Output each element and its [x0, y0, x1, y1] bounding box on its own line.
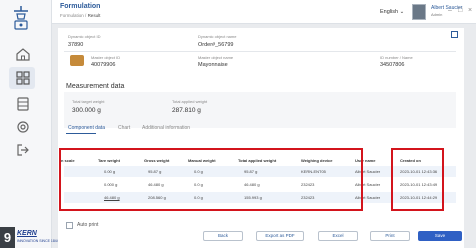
settings-icon[interactable]	[15, 119, 31, 135]
language-label: English	[380, 9, 399, 15]
maximize-button[interactable]: □	[458, 7, 462, 14]
measurement-section-title: Measurement data	[66, 83, 125, 90]
target-weight-label: Total target weight	[72, 99, 105, 104]
barcode-label: ID number / Name	[380, 55, 413, 60]
result-panel: Dynamic object ID 37890 Dynamic object n…	[58, 28, 464, 248]
master-object-name-label: Master object name	[198, 55, 234, 60]
print-button[interactable]: Print	[370, 231, 410, 241]
highlight-weights-box	[59, 148, 363, 211]
highlight-created-box	[391, 148, 444, 211]
back-button[interactable]: Back	[203, 231, 243, 241]
dynamic-object-id-label: Dynamic object ID	[68, 34, 101, 39]
home-icon[interactable]	[15, 46, 31, 62]
measurement-box	[64, 92, 456, 128]
step-number-badge: 9	[0, 227, 15, 248]
divider	[64, 51, 456, 52]
save-button[interactable]: Save	[418, 231, 462, 241]
applied-weight-label: Total applied weight	[172, 99, 208, 104]
dynamic-object-name-value: Order#_56799	[198, 42, 234, 48]
product-image	[70, 55, 84, 66]
tab-component-data[interactable]: Component data	[68, 125, 105, 131]
active-tab-indicator	[66, 133, 96, 134]
export-pdf-button[interactable]: Export as PDF	[256, 231, 304, 241]
applied-weight-value: 287.810 g	[172, 107, 201, 114]
master-object-id-value: 40079906	[91, 62, 116, 68]
close-button[interactable]: ×	[468, 7, 472, 14]
chevron-down-icon: ⌄	[399, 9, 405, 15]
grid-icon[interactable]	[15, 70, 31, 86]
master-object-id-label: Master object ID	[91, 55, 121, 60]
excel-button[interactable]: Excel	[318, 231, 358, 241]
breadcrumb-separator: /	[85, 13, 87, 18]
tab-additional-information[interactable]: Additional information	[142, 125, 190, 131]
auto-print-label: Auto print	[77, 222, 99, 228]
minimize-button[interactable]: –	[448, 7, 452, 14]
page-title: Formulation	[60, 3, 101, 10]
dynamic-object-name-label: Dynamic object name	[198, 34, 237, 39]
user-role: Admin	[431, 12, 443, 17]
kern-tagline: INNOVATION SINCE 1844	[17, 239, 59, 243]
barcode-value: 34507806	[380, 62, 405, 68]
breadcrumb-current: Result	[87, 13, 101, 18]
tab-chart[interactable]: Chart	[118, 125, 130, 131]
avatar[interactable]	[412, 4, 426, 20]
master-object-name-value: Mayonnaise	[198, 62, 228, 68]
app-header: Formulation Formulation / Result English…	[52, 0, 476, 24]
scale-logo-icon	[14, 6, 28, 30]
edit-icon[interactable]	[451, 31, 458, 38]
breadcrumb-parent[interactable]: Formulation	[60, 13, 84, 18]
dynamic-object-id-value: 37890	[68, 42, 84, 48]
sidebar	[0, 0, 52, 248]
language-selector[interactable]: English ⌄	[380, 9, 404, 15]
logout-icon[interactable]	[15, 142, 31, 158]
auto-print-checkbox[interactable]	[66, 222, 73, 229]
target-weight-value: 300.000 g	[72, 107, 101, 114]
database-icon[interactable]	[15, 96, 31, 112]
breadcrumb: Formulation / Result	[60, 13, 100, 18]
kern-logo: KERN	[17, 230, 37, 237]
